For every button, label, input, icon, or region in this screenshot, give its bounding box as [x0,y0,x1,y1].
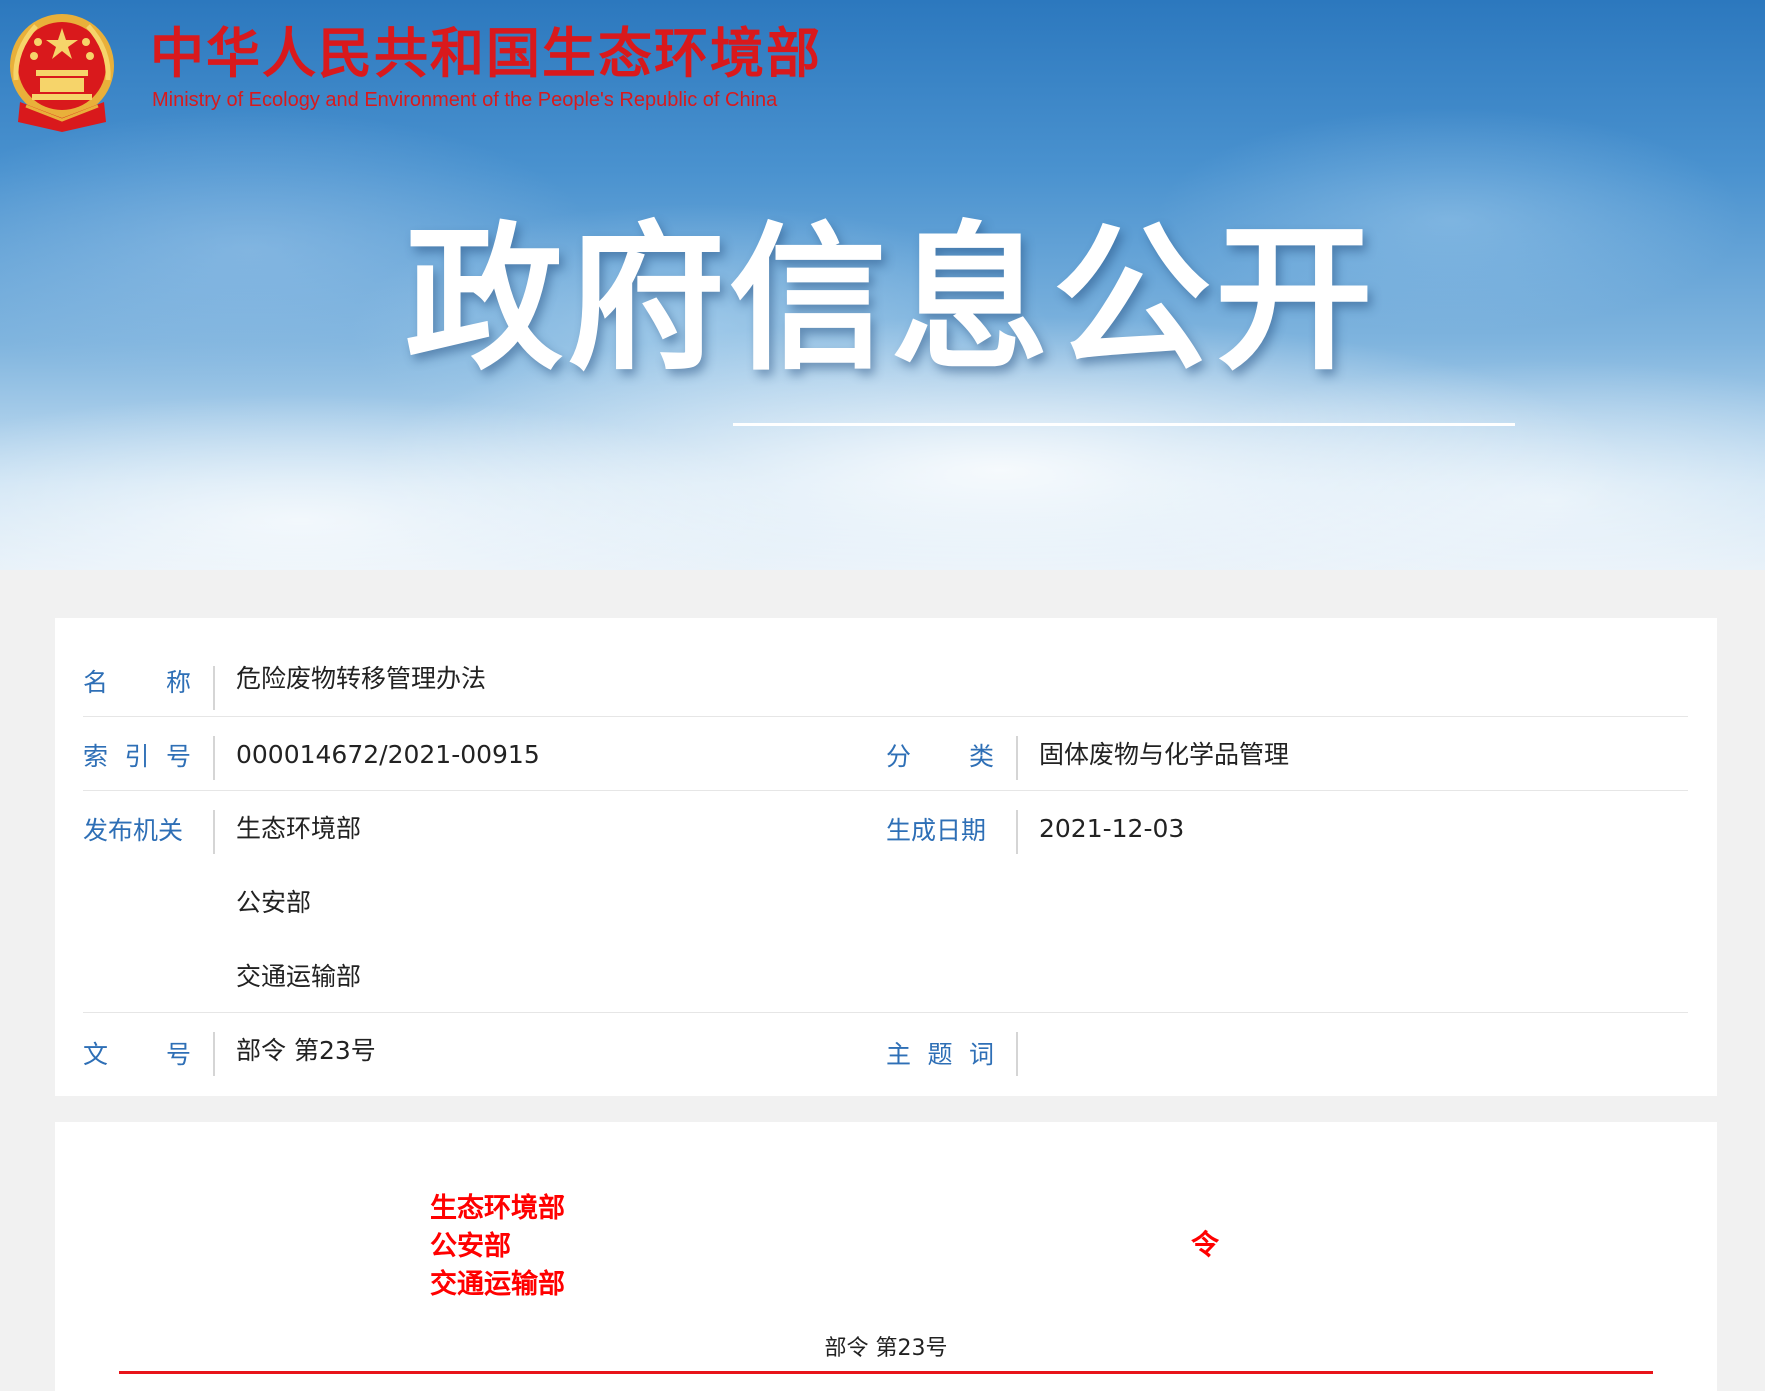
label-separator [213,736,215,780]
label-separator [213,810,215,854]
index-label: 索 引 号 [83,742,191,771]
field-keywords: 主 题 词 [886,1012,1686,1092]
category-label: 分 类 [886,742,994,771]
doc-no-value: 部令 第23号 [236,1036,376,1065]
field-index: 索 引 号 000014672/2021-00915 [83,716,883,790]
date-label: 生成日期 [886,816,987,845]
field-name: 名 称 危险废物转移管理办法 [83,630,1688,716]
issuer-name: 生态环境部 [430,1193,565,1224]
ministry-name-en[interactable]: Ministry of Ecology and Environment of t… [152,88,777,112]
document-info-table: 名 称 危险废物转移管理办法 索 引 号 000014672/2021-0091… [55,618,1717,1096]
field-publisher: 发布机关 生态环境部 公安部 交通运输部 [83,790,883,1012]
name-label: 名 称 [83,668,191,697]
banner-title: 政府信息公开 [405,208,1377,392]
national-emblem-icon[interactable] [6,10,118,134]
info-row-publisher: 发布机关 生态环境部 公安部 交通运输部 生成日期 2021-12-03 [83,790,1688,1013]
field-category: 分 类 固体废物与化学品管理 [886,716,1686,790]
info-row-docno: 文 号 部令 第23号 主 题 词 [83,1012,1688,1092]
label-separator [1016,1032,1018,1076]
banner-divider [733,423,1515,426]
category-value: 固体废物与化学品管理 [1039,740,1290,769]
index-value: 000014672/2021-00915 [236,740,540,769]
order-character: 令 [1191,1228,1220,1261]
document-body: 生态环境部 公安部 交通运输部 令 部令 第23号 [55,1122,1717,1391]
publisher-value-1: 生态环境部 [236,814,362,843]
label-separator [213,666,215,710]
label-separator [213,1032,215,1076]
keywords-label: 主 题 词 [886,1040,994,1069]
issuer-name: 交通运输部 [430,1269,565,1300]
date-value: 2021-12-03 [1039,814,1185,843]
field-doc-no: 文 号 部令 第23号 [83,1012,883,1092]
publisher-label: 发布机关 [83,816,184,845]
label-separator [1016,736,1018,780]
field-date: 生成日期 2021-12-03 [886,790,1686,1012]
red-separator-line [119,1371,1653,1374]
publisher-value-3: 交通运输部 [236,962,362,991]
label-separator [1016,810,1018,854]
doc-no-label: 文 号 [83,1040,191,1069]
document-number: 部令 第23号 [824,1336,948,1361]
header-banner: 中华人民共和国生态环境部 Ministry of Ecology and Env… [0,0,1765,570]
publisher-value-2: 公安部 [236,888,312,917]
info-row-index: 索 引 号 000014672/2021-00915 分 类 固体废物与化学品管… [83,716,1688,791]
name-value: 危险废物转移管理办法 [236,664,487,693]
issuer-name: 公安部 [430,1231,511,1262]
info-row-name: 名 称 危险废物转移管理办法 [83,630,1688,717]
issuer-list: 生态环境部 公安部 交通运输部 [430,1190,565,1304]
ministry-name-cn[interactable]: 中华人民共和国生态环境部 [150,24,822,84]
